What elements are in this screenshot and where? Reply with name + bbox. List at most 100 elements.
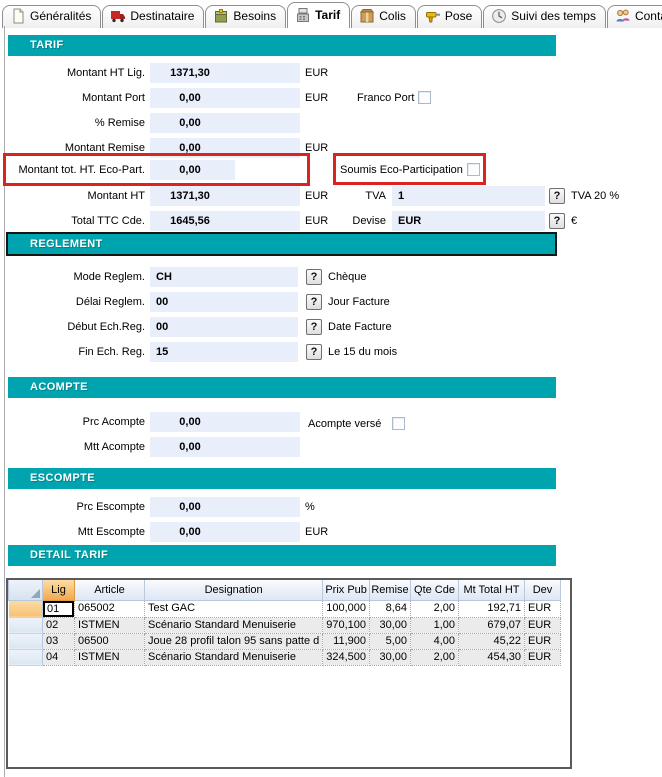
cell-remise[interactable]: 5,00 [370,633,411,649]
pct-remise-input[interactable]: 0,00 [150,113,300,133]
cell-article[interactable]: 06500 [75,633,145,649]
tab-destinataire[interactable]: Destinataire [102,5,204,28]
currency-label: EUR [305,190,328,202]
cell-dev[interactable]: EUR [525,600,561,617]
cell-dev[interactable]: EUR [525,649,561,665]
cell-mt-total-ht[interactable]: 45,22 [459,633,525,649]
field-row: Mtt Acompte 0,00 [0,437,662,458]
cell-designation[interactable]: Scénario Standard Menuiserie [145,649,323,665]
row-selector[interactable] [9,617,43,633]
total-ttc-input[interactable]: 1645,56 [150,211,300,231]
tab-besoins[interactable]: Besoins [205,5,286,28]
tva-input[interactable]: 1 [392,186,545,206]
col-header-designation[interactable]: Designation [145,580,323,600]
cell-article[interactable]: 065002 [75,600,145,617]
prc-acompte-input[interactable]: 0,00 [150,412,300,432]
col-header-article[interactable]: Article [75,580,145,600]
mode-reglem-input[interactable]: CH [150,267,298,287]
tab-tarif[interactable]: Tarif [287,2,350,28]
currency-label: EUR [305,526,328,538]
montant-ht-lig-input[interactable]: 1371,30 [150,63,300,83]
row-selector[interactable] [9,649,43,665]
devise-input[interactable]: EUR [392,211,545,231]
tab-label: Besoins [233,9,276,23]
montant-ht-input[interactable]: 1371,30 [150,186,300,206]
cell-qte-cde[interactable]: 2,00 [411,649,459,665]
row-selector[interactable] [9,600,43,617]
fin-ech-help-button[interactable]: ? [306,344,322,360]
debut-ech-input[interactable]: 00 [150,317,298,337]
delai-reglem-help-button[interactable]: ? [306,294,322,310]
field-row: Montant Port 0,00 EUR Franco Port [0,88,662,109]
cell-mt-total-ht[interactable]: 679,07 [459,617,525,633]
cell-designation[interactable]: Test GAC [145,600,323,617]
detail-tarif-grid: Lig Article Designation Prix Pub Remise … [6,578,572,769]
cell-lig[interactable]: 02 [43,617,75,633]
mtt-escompte-label: Mtt Escompte [0,526,145,538]
section-header-reglement: REGLEMENT [6,232,557,256]
montant-ht-label: Montant HT [0,190,145,202]
debut-ech-help-button[interactable]: ? [306,319,322,335]
section-header-escompte: ESCOMPTE [8,468,556,489]
cell-dev[interactable]: EUR [525,633,561,649]
percent-label: % [305,501,315,513]
cell-remise[interactable]: 8,64 [370,600,411,617]
field-row: % Remise 0,00 [0,113,662,134]
cell-lig[interactable]: 01 [43,600,75,617]
cell-prix-pub[interactable]: 100,000 [323,600,370,617]
tab-generalites[interactable]: Généralités [2,5,101,28]
mode-reglem-help-button[interactable]: ? [306,269,322,285]
tab-suivi-des-temps[interactable]: Suivi des temps [483,5,606,28]
grid-corner-selector[interactable] [9,580,43,600]
col-header-lig[interactable]: Lig [43,580,75,600]
cell-prix-pub[interactable]: 970,100 [323,617,370,633]
document-icon [10,8,26,24]
cell-mt-total-ht[interactable]: 192,71 [459,600,525,617]
montant-ht-lig-label: Montant HT Lig. [0,67,145,79]
table-row: 04 ISTMEN Scénario Standard Menuiserie 3… [9,649,561,665]
field-row: Montant HT 1371,30 EUR TVA 1 ? TVA 20 % [0,186,662,207]
franco-port-checkbox[interactable] [418,91,431,104]
col-header-dev[interactable]: Dev [525,580,561,600]
cell-remise[interactable]: 30,00 [370,649,411,665]
focused-cell: 01 [43,601,74,617]
cell-prix-pub[interactable]: 11,900 [323,633,370,649]
tva-help-button[interactable]: ? [549,188,565,204]
devise-help-button[interactable]: ? [549,213,565,229]
section-header-tarif: TARIF [8,35,556,56]
cell-dev[interactable]: EUR [525,617,561,633]
tab-label: Destinataire [130,9,194,23]
cell-article[interactable]: ISTMEN [75,617,145,633]
mtt-escompte-input[interactable]: 0,00 [150,522,300,542]
delai-reglem-input[interactable]: 00 [150,292,298,312]
cell-designation[interactable]: Scénario Standard Menuiserie [145,617,323,633]
col-header-remise[interactable]: Remise [370,580,411,600]
cell-designation[interactable]: Joue 28 profil talon 95 sans patte d [145,633,323,649]
fin-ech-input[interactable]: 15 [150,342,298,362]
acompte-verse-checkbox[interactable] [392,417,405,430]
field-row: Début Ech.Reg. 00 ? Date Facture [0,317,662,338]
montant-port-input[interactable]: 0,00 [150,88,300,108]
col-header-mt-total-ht[interactable]: Mt Total HT [459,580,525,600]
tab-label: Suivi des temps [511,9,596,23]
prc-escompte-input[interactable]: 0,00 [150,497,300,517]
currency-label: EUR [305,67,328,79]
cell-lig[interactable]: 04 [43,649,75,665]
cell-qte-cde[interactable]: 4,00 [411,633,459,649]
col-header-qte-cde[interactable]: Qte Cde [411,580,459,600]
row-selector[interactable] [9,633,43,649]
contacts-icon [615,8,631,24]
cell-remise[interactable]: 30,00 [370,617,411,633]
tab-pose[interactable]: Pose [417,5,482,28]
cell-mt-total-ht[interactable]: 454,30 [459,649,525,665]
tab-contacts[interactable]: Contacts [607,5,662,28]
cell-qte-cde[interactable]: 2,00 [411,600,459,617]
cell-prix-pub[interactable]: 324,500 [323,649,370,665]
mtt-acompte-input[interactable]: 0,00 [150,437,300,457]
col-header-prix-pub[interactable]: Prix Pub [323,580,370,600]
cell-lig[interactable]: 03 [43,633,75,649]
field-row: Mode Reglem. CH ? Chèque [0,267,662,288]
cell-qte-cde[interactable]: 1,00 [411,617,459,633]
cell-article[interactable]: ISTMEN [75,649,145,665]
tab-colis[interactable]: Colis [351,5,416,28]
